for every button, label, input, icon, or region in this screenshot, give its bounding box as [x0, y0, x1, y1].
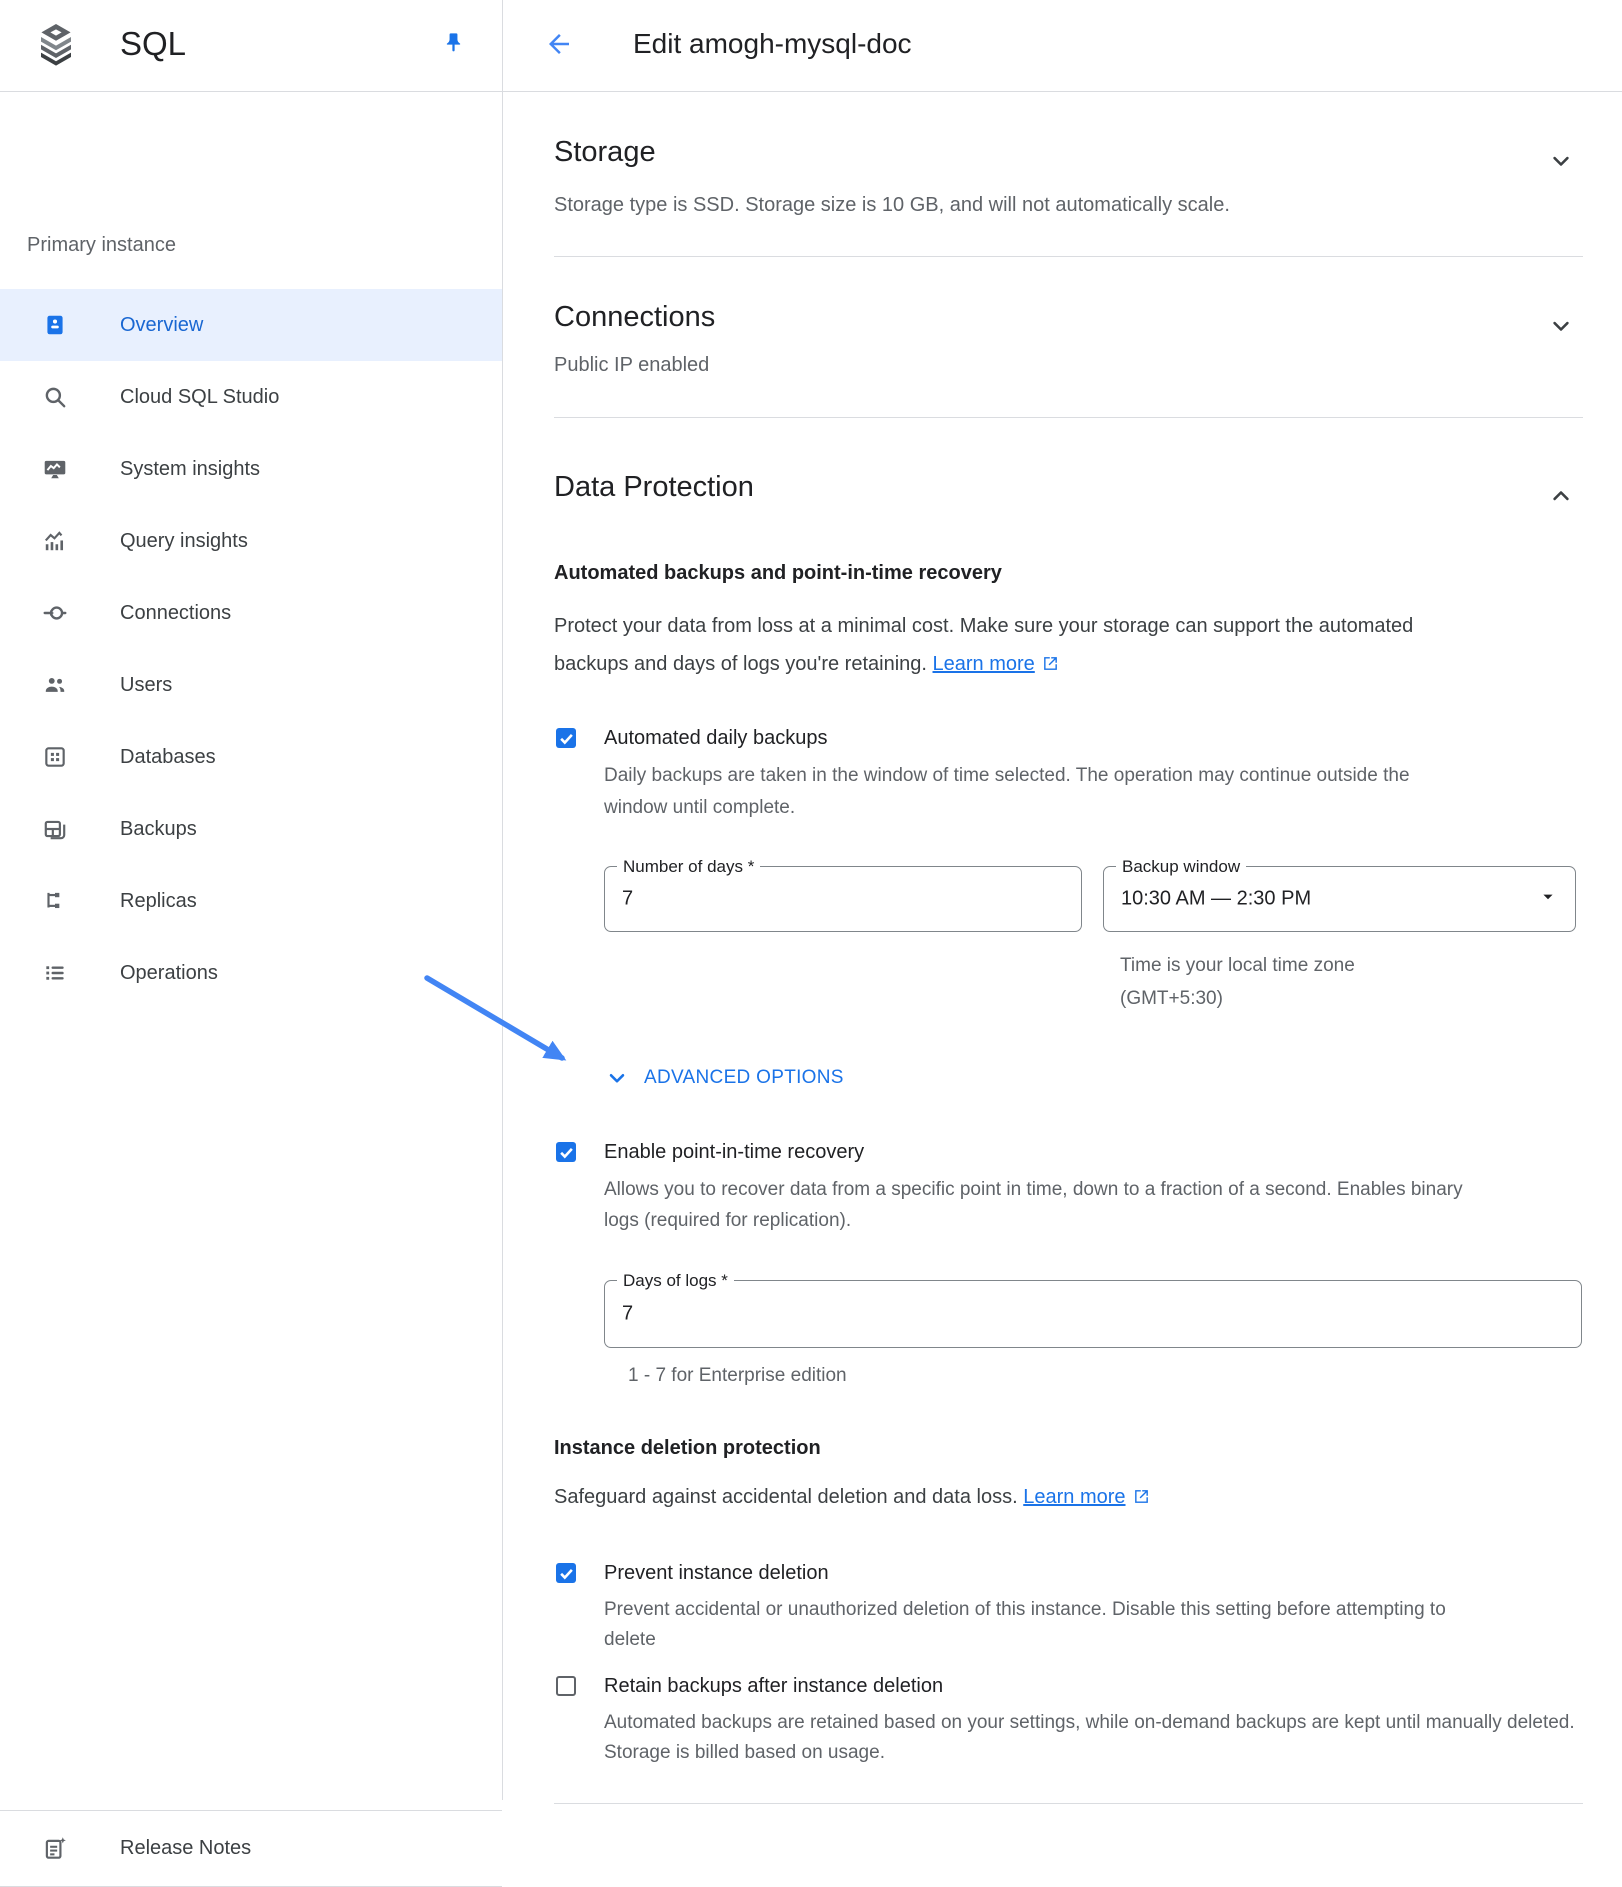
storage-expand-icon[interactable]	[1547, 147, 1575, 175]
data-protection-section-title: Data Protection	[554, 470, 754, 504]
sidebar-section-label: Primary instance	[27, 234, 176, 257]
pin-icon[interactable]	[440, 30, 468, 58]
plug-icon	[42, 600, 68, 626]
backup-window-label: Backup window	[1116, 857, 1246, 877]
sidebar-divider	[502, 0, 503, 1800]
page-title: Edit amogh-mysql-doc	[633, 28, 912, 60]
sidebar-nav: Overview Cloud SQL Studio System insight…	[0, 289, 502, 1009]
backup-window-select[interactable]: Backup window 10:30 AM — 2:30 PM	[1103, 866, 1576, 932]
storage-section-title: Storage	[554, 135, 656, 169]
search-icon	[42, 384, 68, 410]
sidebar-item-label: Replicas	[120, 890, 197, 913]
automated-backups-intro: Protect your data from loss at a minimal…	[554, 607, 1464, 685]
section-divider	[554, 1803, 1583, 1804]
main-panel: Storage Storage type is SSD. Storage siz…	[503, 92, 1622, 1804]
sidebar: Primary instance Overview Cloud SQL Stud…	[0, 92, 502, 1800]
connections-section-title: Connections	[554, 300, 715, 334]
top-bar: SQL Edit amogh-mysql-doc	[0, 0, 1622, 92]
dropdown-arrow-icon	[1537, 886, 1559, 913]
deletion-protection-intro: Safeguard against accidental deletion an…	[554, 1484, 1464, 1512]
point-in-time-recovery-checkbox[interactable]	[556, 1142, 576, 1162]
sidebar-item-release-notes[interactable]: Release Notes	[0, 1810, 502, 1887]
sidebar-item-system-insights[interactable]: System insights	[0, 433, 502, 505]
tree-icon	[42, 888, 68, 914]
days-of-logs-value: 7	[622, 1303, 633, 1326]
group-icon	[42, 672, 68, 698]
sidebar-item-databases[interactable]: Databases	[0, 721, 502, 793]
sidebar-item-cloud-sql-studio[interactable]: Cloud SQL Studio	[0, 361, 502, 433]
app-title: SQL	[120, 25, 186, 63]
sidebar-item-operations[interactable]: Operations	[0, 937, 502, 1009]
prevent-instance-deletion-checkbox[interactable]	[556, 1563, 576, 1583]
sidebar-item-label: Connections	[120, 602, 231, 625]
automated-daily-backups-description: Daily backups are taken in the window of…	[604, 760, 1414, 824]
sidebar-item-connections[interactable]: Connections	[0, 577, 502, 649]
advanced-options-toggle[interactable]: ADVANCED OPTIONS	[604, 1065, 1583, 1091]
connections-summary: Public IP enabled	[554, 352, 1583, 378]
monitor-chart-icon	[42, 456, 68, 482]
list-icon	[42, 960, 68, 986]
days-of-logs-label: Days of logs *	[617, 1271, 734, 1291]
prevent-instance-deletion-description: Prevent accidental or unauthorized delet…	[604, 1595, 1484, 1655]
sidebar-item-label: Backups	[120, 818, 197, 841]
cloud-sql-logo-icon	[32, 21, 80, 69]
advanced-options-label: ADVANCED OPTIONS	[644, 1067, 844, 1089]
sidebar-item-replicas[interactable]: Replicas	[0, 865, 502, 937]
sidebar-item-label: Databases	[120, 746, 216, 769]
retain-backups-checkbox[interactable]	[556, 1676, 576, 1696]
deletion-protection-intro-text: Safeguard against accidental deletion an…	[554, 1486, 1018, 1508]
overview-icon	[42, 312, 68, 338]
automated-daily-backups-checkbox[interactable]	[556, 728, 576, 748]
learn-more-link[interactable]: Learn more	[933, 653, 1035, 675]
retain-backups-description: Automated backups are retained based on …	[604, 1708, 1583, 1768]
section-divider	[554, 256, 1583, 257]
sidebar-item-label: Users	[120, 674, 172, 697]
sidebar-item-label: Query insights	[120, 530, 248, 553]
sidebar-item-label: Operations	[120, 962, 218, 985]
deletion-learn-more-link[interactable]: Learn more	[1023, 1486, 1125, 1508]
sidebar-item-query-insights[interactable]: Query insights	[0, 505, 502, 577]
sidebar-item-label: System insights	[120, 458, 260, 481]
automated-daily-backups-label: Automated daily backups	[604, 725, 827, 751]
retain-backups-label: Retain backups after instance deletion	[604, 1673, 943, 1699]
sidebar-item-label: Cloud SQL Studio	[120, 386, 279, 409]
external-link-icon	[1042, 647, 1059, 685]
sidebar-item-overview[interactable]: Overview	[0, 289, 502, 361]
database-grid-icon	[42, 744, 68, 770]
external-link-icon	[1133, 1486, 1150, 1512]
days-of-logs-helper: 1 - 7 for Enterprise edition	[604, 1363, 1583, 1389]
chevron-down-icon	[604, 1065, 630, 1091]
back-arrow-icon[interactable]	[544, 29, 574, 59]
release-notes-icon	[42, 1836, 68, 1862]
deletion-protection-heading: Instance deletion protection	[554, 1435, 1583, 1461]
number-of-days-value: 7	[622, 888, 633, 911]
prevent-instance-deletion-label: Prevent instance deletion	[604, 1560, 829, 1586]
number-of-days-field[interactable]: Number of days * 7	[604, 866, 1082, 932]
storage-summary: Storage type is SSD. Storage size is 10 …	[554, 192, 1583, 218]
sidebar-item-backups[interactable]: Backups	[0, 793, 502, 865]
point-in-time-recovery-label: Enable point-in-time recovery	[604, 1139, 864, 1165]
sidebar-item-label: Overview	[120, 314, 203, 337]
connections-expand-icon[interactable]	[1547, 312, 1575, 340]
section-divider	[554, 417, 1583, 418]
backup-window-value: 10:30 AM — 2:30 PM	[1121, 888, 1311, 911]
release-notes-label: Release Notes	[120, 1837, 251, 1860]
point-in-time-recovery-description: Allows you to recover data from a specif…	[604, 1174, 1464, 1236]
number-of-days-label: Number of days *	[617, 857, 760, 877]
days-of-logs-field[interactable]: Days of logs * 7	[604, 1280, 1582, 1348]
backup-window-helper: Time is your local time zone (GMT+5:30)	[1103, 949, 1410, 1015]
sidebar-item-users[interactable]: Users	[0, 649, 502, 721]
backup-table-icon	[42, 816, 68, 842]
automated-backups-heading: Automated backups and point-in-time reco…	[554, 560, 1583, 586]
data-protection-collapse-icon[interactable]	[1547, 482, 1575, 510]
query-stats-icon	[42, 528, 68, 554]
